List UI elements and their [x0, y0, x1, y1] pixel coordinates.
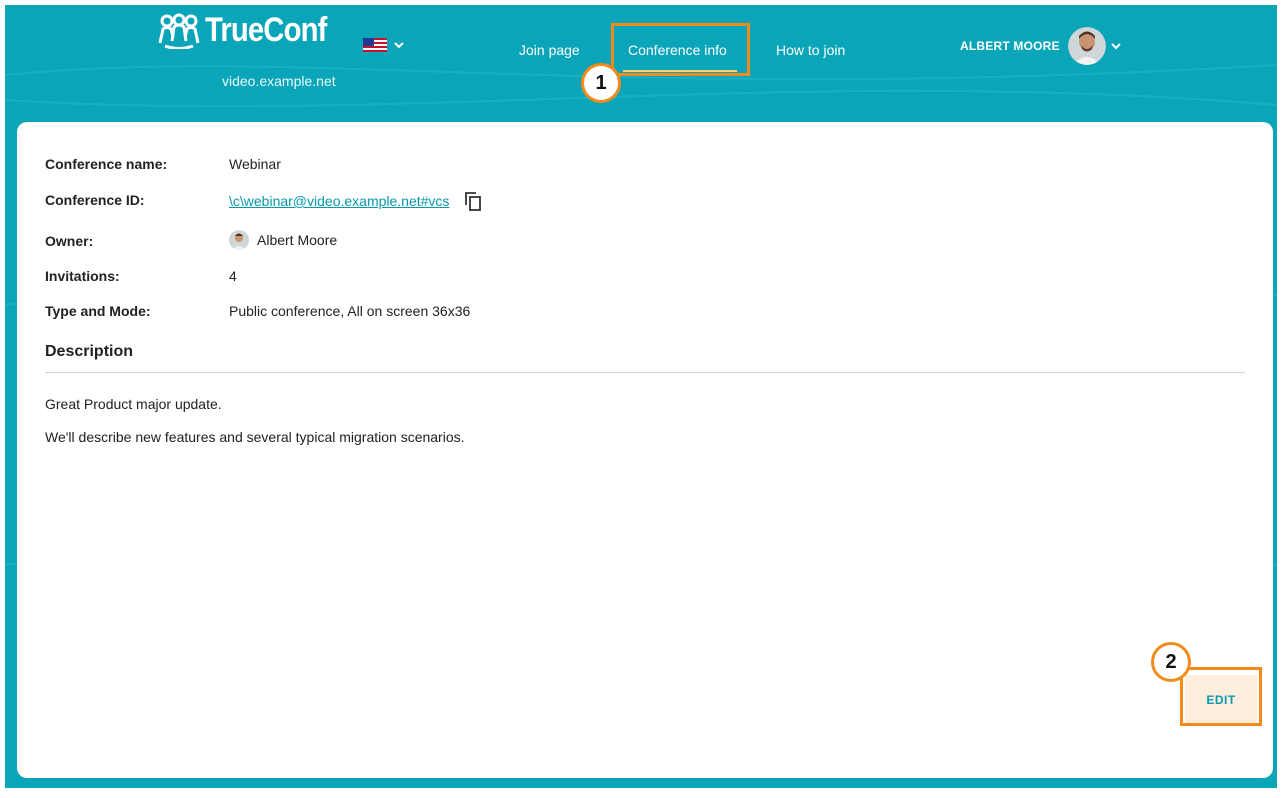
app-frame: TrueConf video.example.net Join page Con… [5, 5, 1277, 788]
conference-info-card: Conference name: Webinar Conference ID: … [17, 122, 1273, 778]
trueconf-logo[interactable]: TrueConf [157, 11, 346, 50]
invitations-value: 4 [229, 268, 237, 284]
description-heading: Description [45, 343, 134, 360]
owner-row: Albert Moore [229, 230, 337, 250]
invitations-label: Invitations: [45, 268, 120, 284]
conference-name-value: Webinar [229, 156, 281, 172]
user-menu[interactable]: ALBERT MOORE [960, 27, 1122, 65]
conference-id-link[interactable]: \c\webinar@video.example.net#vcs [229, 193, 449, 209]
chevron-down-icon [394, 42, 404, 49]
type-mode-label: Type and Mode: [45, 303, 151, 319]
description-line: We'll describe new features and several … [45, 429, 465, 445]
type-mode-value: Public conference, All on screen 36x36 [229, 303, 471, 319]
nav-how-to-join[interactable]: How to join [776, 42, 845, 58]
conference-name-label: Conference name: [45, 156, 168, 172]
conference-id-label: Conference ID: [45, 192, 145, 208]
logo-people-icon [158, 13, 200, 49]
owner-avatar [229, 230, 249, 250]
conference-id-row: \c\webinar@video.example.net#vcs [229, 190, 483, 212]
server-address: video.example.net [222, 73, 336, 89]
description-divider [45, 372, 1245, 373]
user-avatar [1067, 27, 1106, 65]
owner-name: Albert Moore [257, 232, 338, 248]
callout-highlight-2 [1180, 667, 1262, 726]
copy-icon[interactable] [463, 190, 483, 212]
chevron-down-icon [1111, 43, 1121, 50]
us-flag-icon [363, 38, 387, 52]
callout-highlight-1 [611, 23, 750, 76]
language-selector[interactable] [363, 38, 405, 52]
callout-number-2: 2 [1151, 642, 1191, 682]
logo-text: TrueConf [205, 11, 327, 49]
description-line: Great Product major update. [45, 396, 222, 412]
callout-number-1: 1 [581, 63, 621, 103]
owner-label: Owner: [45, 233, 94, 249]
user-name: ALBERT MOORE [960, 39, 1060, 53]
nav-join-page[interactable]: Join page [519, 42, 580, 58]
